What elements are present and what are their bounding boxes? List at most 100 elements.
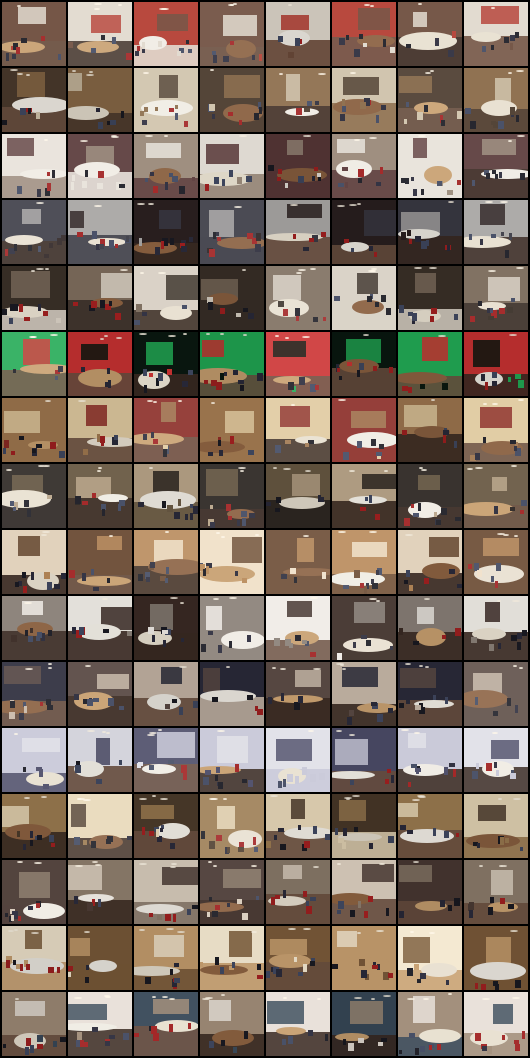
conference-room-thumbnail <box>266 332 330 396</box>
conference-room-thumbnail <box>464 266 528 330</box>
conference-room-thumbnail <box>134 134 198 198</box>
conference-room-thumbnail <box>2 332 66 396</box>
conference-room-thumbnail <box>332 992 396 1056</box>
conference-room-thumbnail <box>68 266 132 330</box>
conference-room-thumbnail <box>332 266 396 330</box>
conference-room-thumbnail <box>398 794 462 858</box>
conference-room-thumbnail <box>200 200 264 264</box>
conference-room-thumbnail <box>200 860 264 924</box>
conference-room-thumbnail <box>134 464 198 528</box>
conference-room-thumbnail <box>68 926 132 990</box>
conference-room-thumbnail <box>68 662 132 726</box>
conference-room-thumbnail <box>464 728 528 792</box>
conference-room-thumbnail <box>200 992 264 1056</box>
conference-room-thumbnail <box>134 926 198 990</box>
conference-room-thumbnail <box>332 464 396 528</box>
conference-room-thumbnail <box>2 398 66 462</box>
conference-room-thumbnail <box>68 134 132 198</box>
conference-room-thumbnail <box>332 68 396 132</box>
conference-room-thumbnail <box>332 2 396 66</box>
conference-room-thumbnail <box>2 530 66 594</box>
conference-room-thumbnail <box>68 398 132 462</box>
conference-room-thumbnail <box>134 398 198 462</box>
conference-room-thumbnail <box>398 398 462 462</box>
conference-room-thumbnail <box>398 464 462 528</box>
conference-room-thumbnail <box>266 860 330 924</box>
conference-room-thumbnail <box>200 926 264 990</box>
conference-room-thumbnail <box>464 530 528 594</box>
conference-room-thumbnail <box>200 794 264 858</box>
conference-room-thumbnail <box>134 68 198 132</box>
conference-room-thumbnail <box>200 596 264 660</box>
conference-room-thumbnail <box>464 992 528 1056</box>
image-grid <box>0 0 530 1058</box>
conference-room-thumbnail <box>134 266 198 330</box>
conference-room-thumbnail <box>398 266 462 330</box>
conference-room-thumbnail <box>2 200 66 264</box>
conference-room-thumbnail <box>68 860 132 924</box>
conference-room-thumbnail <box>332 860 396 924</box>
conference-room-thumbnail <box>266 662 330 726</box>
conference-room-thumbnail <box>332 200 396 264</box>
conference-room-thumbnail <box>200 68 264 132</box>
conference-room-thumbnail <box>2 2 66 66</box>
conference-room-thumbnail <box>398 2 462 66</box>
conference-room-thumbnail <box>2 464 66 528</box>
conference-room-thumbnail <box>398 992 462 1056</box>
conference-room-thumbnail <box>134 200 198 264</box>
conference-room-thumbnail <box>68 530 132 594</box>
conference-room-thumbnail <box>266 266 330 330</box>
conference-room-thumbnail <box>68 728 132 792</box>
conference-room-thumbnail <box>398 68 462 132</box>
conference-room-thumbnail <box>464 596 528 660</box>
conference-room-thumbnail <box>464 134 528 198</box>
conference-room-thumbnail <box>2 266 66 330</box>
conference-room-thumbnail <box>68 200 132 264</box>
conference-room-thumbnail <box>200 464 264 528</box>
conference-room-thumbnail <box>134 2 198 66</box>
conference-room-thumbnail <box>398 134 462 198</box>
conference-room-thumbnail <box>200 662 264 726</box>
conference-room-thumbnail <box>2 926 66 990</box>
conference-room-thumbnail <box>134 530 198 594</box>
conference-room-thumbnail <box>332 926 396 990</box>
conference-room-thumbnail <box>464 794 528 858</box>
conference-room-thumbnail <box>398 728 462 792</box>
conference-room-thumbnail <box>464 860 528 924</box>
conference-room-thumbnail <box>398 860 462 924</box>
conference-room-thumbnail <box>332 530 396 594</box>
conference-room-thumbnail <box>464 926 528 990</box>
conference-room-thumbnail <box>266 530 330 594</box>
conference-room-thumbnail <box>266 464 330 528</box>
conference-room-thumbnail <box>200 266 264 330</box>
conference-room-thumbnail <box>200 134 264 198</box>
conference-room-thumbnail <box>2 794 66 858</box>
conference-room-thumbnail <box>266 728 330 792</box>
conference-room-thumbnail <box>398 200 462 264</box>
conference-room-thumbnail <box>134 992 198 1056</box>
conference-room-thumbnail <box>464 464 528 528</box>
conference-room-thumbnail <box>464 662 528 726</box>
conference-room-thumbnail <box>2 68 66 132</box>
conference-room-thumbnail <box>68 992 132 1056</box>
conference-room-thumbnail <box>68 2 132 66</box>
conference-room-thumbnail <box>332 662 396 726</box>
conference-room-thumbnail <box>134 596 198 660</box>
conference-room-thumbnail <box>464 2 528 66</box>
conference-room-thumbnail <box>134 728 198 792</box>
conference-room-thumbnail <box>68 596 132 660</box>
conference-room-thumbnail <box>266 200 330 264</box>
conference-room-thumbnail <box>200 332 264 396</box>
conference-room-thumbnail <box>200 2 264 66</box>
conference-room-thumbnail <box>332 794 396 858</box>
conference-room-thumbnail <box>200 728 264 792</box>
conference-room-thumbnail <box>332 398 396 462</box>
conference-room-thumbnail <box>2 596 66 660</box>
conference-room-thumbnail <box>332 332 396 396</box>
conference-room-thumbnail <box>68 464 132 528</box>
conference-room-thumbnail <box>266 596 330 660</box>
conference-room-thumbnail <box>2 662 66 726</box>
conference-room-thumbnail <box>2 728 66 792</box>
conference-room-thumbnail <box>2 134 66 198</box>
conference-room-thumbnail <box>134 332 198 396</box>
